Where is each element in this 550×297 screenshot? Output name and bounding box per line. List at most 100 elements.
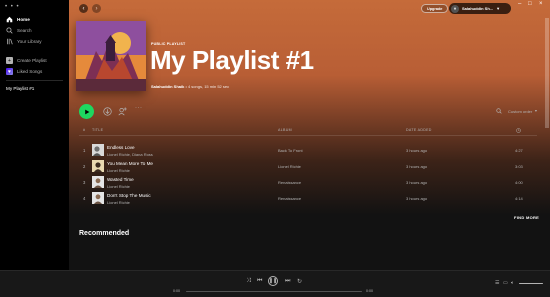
chevron-right-icon: › xyxy=(95,5,98,12)
clock-icon xyxy=(516,127,521,133)
volume-icon[interactable]: 🔈︎ xyxy=(511,280,514,286)
column-album[interactable]: ALBUM xyxy=(278,128,292,132)
track-date-added: 3 hours ago xyxy=(406,196,428,201)
time-elapsed: 0:00 xyxy=(173,289,180,293)
album-thumbnail xyxy=(92,144,104,156)
main-content: ‹ › Upgrade ● Salahuddin Sh... ▼ – □ × P… xyxy=(69,0,550,270)
sidebar-item-label: Home xyxy=(17,17,30,22)
track-duration: 4:27 xyxy=(515,148,523,153)
track-album[interactable]: Back To Front xyxy=(278,148,303,153)
home-icon xyxy=(6,16,13,23)
top-bar: ‹ › Upgrade ● Salahuddin Sh... ▼ – □ × xyxy=(69,0,550,16)
sidebar-item-home[interactable]: Home xyxy=(6,16,30,23)
library-icon xyxy=(7,38,13,45)
column-title[interactable]: TITLE xyxy=(92,128,103,132)
caret-down-icon: ▼ xyxy=(534,109,538,113)
track-number: 1 xyxy=(83,148,86,153)
playlist-owner-link[interactable]: Salahuddin Shaik xyxy=(151,84,184,89)
track-number: 3 xyxy=(83,180,86,185)
track-duration: 4:14 xyxy=(515,196,523,201)
column-number: # xyxy=(83,128,86,132)
find-more-button[interactable]: FIND MORE xyxy=(514,215,539,220)
upgrade-button[interactable]: Upgrade xyxy=(421,4,449,13)
track-artist[interactable]: Lionel Richie xyxy=(107,184,130,189)
close-icon[interactable]: × xyxy=(539,1,543,7)
playlist-cover-art[interactable] xyxy=(76,21,146,91)
table-row[interactable]: 1 Endless Love Lionel Richie, Diana Ross… xyxy=(79,142,537,158)
liked-songs-button[interactable]: ♥ Liked Songs xyxy=(6,68,42,75)
sort-order-label: Custom order xyxy=(508,108,533,114)
action-bar: ··· Custom order ▼ xyxy=(69,101,550,123)
search-icon xyxy=(6,27,13,34)
playback-progress-bar[interactable] xyxy=(186,290,362,292)
sidebar-item-label: Search xyxy=(17,28,32,33)
chevron-left-icon: ‹ xyxy=(82,5,85,12)
scrollbar-thumb[interactable] xyxy=(545,18,549,128)
forward-button[interactable]: › xyxy=(92,4,101,13)
window-menu-dots[interactable]: • • • xyxy=(5,4,20,10)
play-button[interactable] xyxy=(79,104,94,119)
previous-track-icon[interactable]: ⏮ xyxy=(257,278,262,285)
cover-artwork-image xyxy=(76,21,146,91)
create-playlist-button[interactable]: + Create Playlist xyxy=(6,57,47,64)
repeat-icon[interactable]: ↻ xyxy=(297,278,302,285)
track-title[interactable]: Endless Love xyxy=(107,145,135,150)
sidebar-item-search[interactable]: Search xyxy=(6,27,32,34)
album-thumbnail xyxy=(92,176,104,188)
caret-down-icon: ▼ xyxy=(496,6,501,11)
queue-icon[interactable]: ☰ xyxy=(495,280,499,286)
play-pause-button[interactable]: ❚❚ xyxy=(268,276,278,286)
player-bar: ⤨ ⏮ ❚❚ ⏭ ↻ 0:00 0:00 ☰ ▭ 🔈︎ xyxy=(0,270,550,297)
volume-slider[interactable] xyxy=(519,283,543,285)
sidebar-playlist-item[interactable]: My Playlist #1 xyxy=(6,86,34,91)
track-artist[interactable]: Lionel Richie xyxy=(107,200,130,205)
track-date-added: 3 hours ago xyxy=(406,164,428,169)
next-track-icon[interactable]: ⏭ xyxy=(285,278,290,285)
sidebar-item-label: Your Library xyxy=(17,39,42,44)
devices-icon[interactable]: ▭ xyxy=(503,280,508,286)
user-avatar-icon: ● xyxy=(451,4,459,13)
track-artist[interactable]: Lionel Richie xyxy=(107,168,130,173)
minimize-icon[interactable]: – xyxy=(518,1,521,7)
track-title[interactable]: Don't Stop The Music xyxy=(107,193,151,198)
column-date-added[interactable]: DATE ADDED xyxy=(406,128,432,132)
back-button[interactable]: ‹ xyxy=(79,4,88,13)
sidebar: • • • Home Search Your Library + Create … xyxy=(0,0,69,270)
search-in-playlist-icon[interactable] xyxy=(496,108,502,114)
track-album[interactable]: Renaissance xyxy=(278,196,301,201)
track-number: 4 xyxy=(83,196,86,201)
track-artist[interactable]: Lionel Richie, Diana Ross xyxy=(107,152,153,157)
shuffle-icon[interactable]: ⤨ xyxy=(246,278,251,285)
track-album[interactable]: Lionel Richie xyxy=(278,164,301,169)
create-playlist-label: Create Playlist xyxy=(17,58,47,63)
user-menu-button[interactable]: ● Salahuddin Sh... ▼ xyxy=(449,3,511,14)
pause-icon: ❚❚ xyxy=(268,278,278,284)
track-title[interactable]: You Mean More To Me xyxy=(107,161,153,166)
playlist-stats: • 4 songs, 15 min 52 sec xyxy=(184,84,230,89)
user-name: Salahuddin Sh... xyxy=(462,6,494,11)
plus-icon: + xyxy=(6,57,13,64)
download-icon[interactable] xyxy=(103,107,112,116)
sort-controls[interactable]: Custom order ▼ xyxy=(496,108,538,114)
heart-icon: ♥ xyxy=(6,68,13,75)
table-row[interactable]: 3 Wasted Time Lionel Richie Renaissance … xyxy=(79,174,537,190)
table-row[interactable]: 4 Don't Stop The Music Lionel Richie Ren… xyxy=(79,190,537,206)
maximize-icon[interactable]: □ xyxy=(528,1,532,7)
more-options-icon[interactable]: ··· xyxy=(135,105,144,114)
sidebar-item-library[interactable]: Your Library xyxy=(6,38,42,45)
play-icon xyxy=(84,109,89,114)
recommended-heading: Recommended xyxy=(79,230,130,237)
track-album[interactable]: Renaissance xyxy=(278,180,301,185)
album-thumbnail xyxy=(92,160,104,172)
track-title[interactable]: Wasted Time xyxy=(107,177,134,182)
table-row[interactable]: 2 You Mean More To Me Lionel Richie Lion… xyxy=(79,158,537,174)
track-duration: 4:00 xyxy=(515,180,523,185)
track-date-added: 3 hours ago xyxy=(406,148,428,153)
track-table-header: # TITLE ALBUM DATE ADDED xyxy=(79,126,537,136)
track-date-added: 3 hours ago xyxy=(406,180,428,185)
sidebar-divider xyxy=(6,80,63,81)
album-thumbnail xyxy=(92,192,104,204)
track-duration: 3:03 xyxy=(515,164,523,169)
add-user-icon[interactable] xyxy=(118,107,127,116)
liked-songs-label: Liked Songs xyxy=(17,69,43,74)
